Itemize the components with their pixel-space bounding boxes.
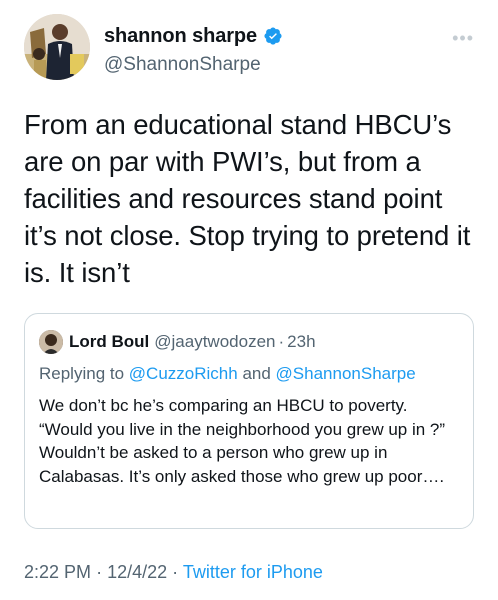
tweet-meta: 2:22 PM · 12/4/22 · Twitter for iPhone [24, 562, 323, 583]
author-display-name[interactable]: shannon sharpe [104, 25, 257, 48]
tweet-header: shannon sharpe @ShannonSharpe ••• [24, 14, 474, 84]
replying-label: Replying to [39, 364, 125, 383]
mention-cuzzorichh[interactable]: @CuzzoRichh [129, 364, 238, 383]
quoted-tweet[interactable]: Lord Boul @jaaytwodozen · 23h Replying t… [24, 313, 474, 529]
tweet: shannon sharpe @ShannonSharpe ••• From a… [0, 0, 498, 600]
author-avatar[interactable] [24, 14, 90, 80]
quoted-display-name: Lord Boul [69, 332, 150, 351]
tweet-text: From an educational stand HBCU’s are on … [24, 109, 471, 288]
meta-separator-2: · [172, 562, 179, 582]
quoted-author-avatar [39, 330, 63, 354]
quoted-handle: @jaaytwodozen [154, 332, 276, 351]
quoted-time: 23h [287, 332, 316, 351]
and-label: and [242, 364, 271, 383]
quoted-tweet-header: Lord Boul @jaaytwodozen · 23h [39, 330, 316, 354]
verified-badge-icon [263, 26, 283, 46]
display-name-row: shannon sharpe [104, 24, 283, 48]
author-names: shannon sharpe @ShannonSharpe [104, 24, 283, 76]
author-handle[interactable]: @ShannonSharpe [104, 54, 283, 76]
quoted-separator: · [278, 332, 285, 351]
meta-separator: · [96, 562, 103, 582]
tweet-date[interactable]: 12/4/22 [107, 562, 167, 582]
more-options-icon[interactable]: ••• [452, 28, 474, 49]
tweet-source-link[interactable]: Twitter for iPhone [183, 562, 323, 582]
replying-to-line: Replying to @CuzzoRichh and @ShannonShar… [39, 364, 416, 384]
tweet-time[interactable]: 2:22 PM [24, 562, 91, 582]
mention-shannonsharpe[interactable]: @ShannonSharpe [276, 364, 416, 383]
quoted-tweet-text: We don’t bc he’s comparing an HBCU to po… [39, 396, 446, 486]
